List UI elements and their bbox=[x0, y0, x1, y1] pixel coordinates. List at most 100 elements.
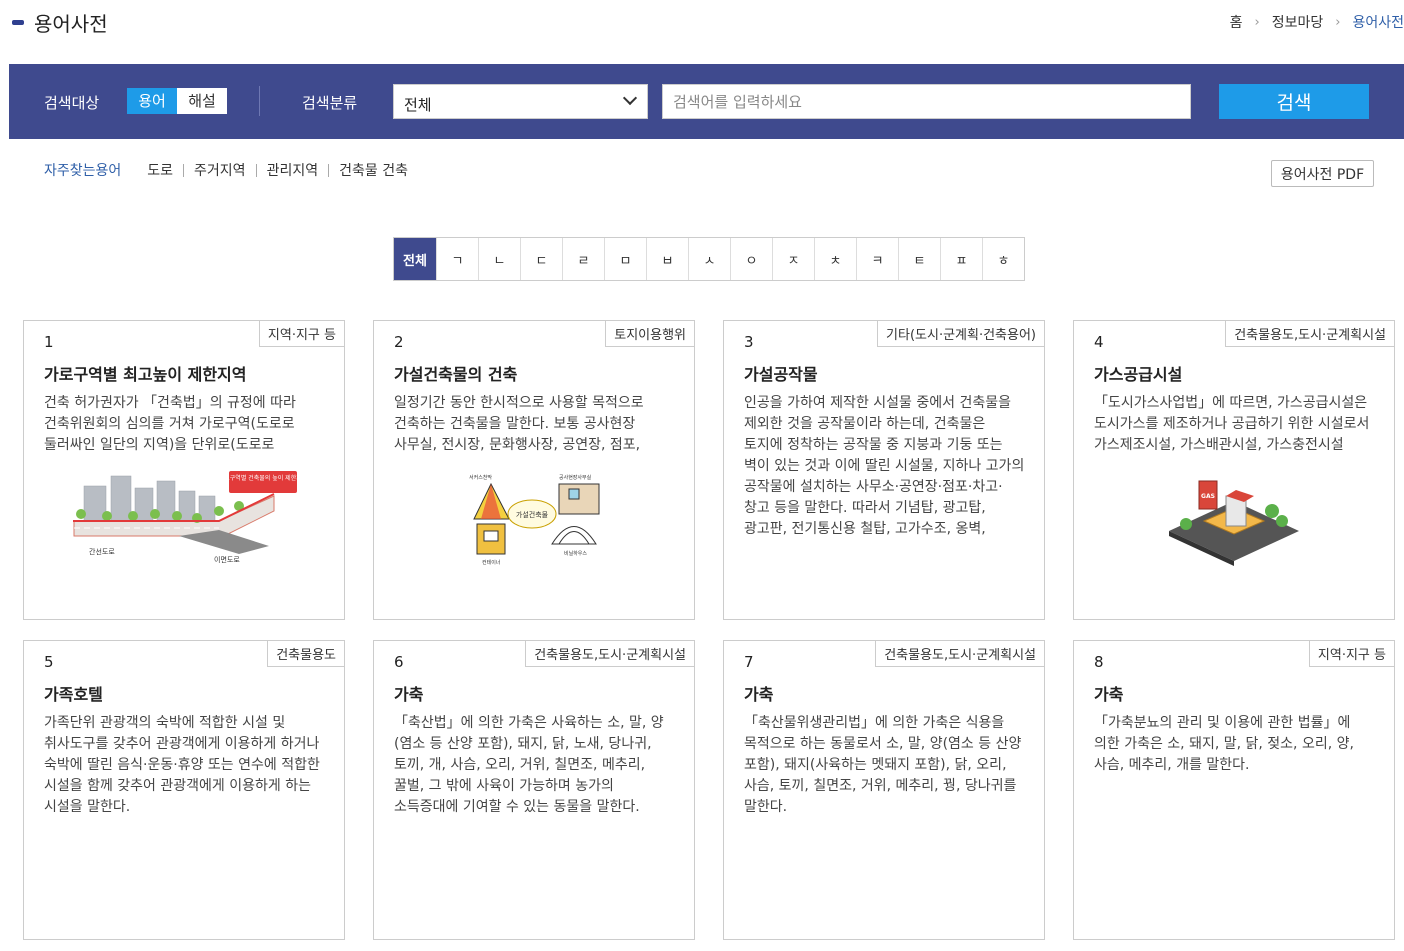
category-tag: 토지이용행위 bbox=[605, 320, 695, 347]
street-height-illustration: 가로구역별 건축물의 높이 제한지역 간선도로 이면도로 bbox=[73, 471, 299, 564]
pdf-download-button[interactable]: 용어사전 PDF bbox=[1271, 160, 1374, 187]
frequent-term-link[interactable]: 주거지역 bbox=[194, 160, 246, 180]
term-card[interactable]: 건축물용도 5 가족호텔 가족단위 관광객의 숙박에 적합한 시설 및 취사도구… bbox=[23, 640, 345, 940]
search-target-label: 검색대상 bbox=[44, 94, 100, 112]
category-tag: 지역·지구 등 bbox=[258, 320, 345, 347]
category-tag: 지역·지구 등 bbox=[1308, 640, 1395, 667]
term-title: 가설건축물의 건축 bbox=[394, 365, 518, 384]
page-title: 용어사전 bbox=[34, 12, 108, 36]
divider bbox=[183, 163, 185, 177]
filter-tab[interactable]: ㅍ bbox=[940, 238, 982, 280]
filter-tab[interactable]: ㄹ bbox=[562, 238, 604, 280]
term-card[interactable]: 건축물용도,도시·군계획시설 6 가축 「축산법」에 의한 가축은 사육하는 소… bbox=[373, 640, 695, 940]
divider bbox=[328, 163, 330, 177]
filter-tab[interactable]: ㅊ bbox=[814, 238, 856, 280]
frequent-terms: 자주찾는용어 도로 주거지역 관리지역 건축물 건축 bbox=[44, 160, 408, 180]
toggle-term[interactable]: 용어 bbox=[127, 88, 177, 114]
term-number: 5 bbox=[44, 653, 54, 671]
term-description: 「축산물위생관리법」에 의한 가축은 식용을 목적으로 하는 동물로서 소, 말… bbox=[744, 715, 1022, 815]
filter-tab[interactable]: ㅌ bbox=[898, 238, 940, 280]
filter-tab[interactable]: ㅇ bbox=[730, 238, 772, 280]
category-tag: 건축물용도,도시·군계획시설 bbox=[1225, 320, 1395, 347]
term-card[interactable]: 지역·지구 등 1 가로구역별 최고높이 제한지역 건축 허가권자가 「건축법」… bbox=[23, 320, 345, 620]
label-circus: 서커스천막 bbox=[469, 474, 492, 481]
filter-tab[interactable]: ㅁ bbox=[604, 238, 646, 280]
search-input[interactable] bbox=[662, 84, 1191, 119]
term-number: 1 bbox=[44, 333, 54, 351]
term-card[interactable]: 지역·지구 등 8 가축 「가축분뇨의 관리 및 이용에 관한 법률」에 의한 … bbox=[1073, 640, 1395, 940]
filter-tab[interactable]: ㅅ bbox=[688, 238, 730, 280]
filter-tab[interactable]: ㅂ bbox=[646, 238, 688, 280]
callout-text: 가로구역별 건축물의 높이 제한지역 bbox=[219, 474, 299, 482]
filter-tab[interactable]: ㅈ bbox=[772, 238, 814, 280]
term-description: 건축 허가권자가 「건축법」의 규정에 따라 건축위원회의 심의를 거쳐 가로구… bbox=[44, 395, 296, 453]
term-description: 「도시가스사업법」에 따르면, 가스공급시설은 도시가스를 제조하거나 공급하기… bbox=[1094, 395, 1370, 453]
frequent-term-link[interactable]: 관리지역 bbox=[267, 160, 319, 180]
toggle-explanation[interactable]: 해설 bbox=[177, 88, 227, 114]
breadcrumb-info[interactable]: 정보마당 bbox=[1272, 12, 1324, 32]
frequent-terms-label: 자주찾는용어 bbox=[44, 163, 122, 179]
svg-text:가로구역별 건축물의 높이 제한지역: 가로구역별 건축물의 높이 제한지역 bbox=[219, 474, 299, 482]
divider bbox=[255, 163, 257, 177]
chevron-right-icon: › bbox=[1335, 14, 1341, 30]
term-description: 가족단위 관광객의 숙박에 적합한 시설 및 취사도구를 갖추어 관광객에게 이… bbox=[44, 715, 320, 815]
category-select[interactable]: 전체 bbox=[393, 84, 648, 119]
term-title: 가로구역별 최고높이 제한지역 bbox=[44, 365, 247, 384]
term-card[interactable]: 건축물용도,도시·군계획시설 4 가스공급시설 「도시가스사업법」에 따르면, … bbox=[1073, 320, 1395, 620]
label-greenhouse: 비닐하우스 bbox=[564, 550, 587, 557]
frequent-term-link[interactable]: 도로 bbox=[147, 160, 173, 180]
temporary-building-illustration: 가설건축물 서커스천막 공사현장사무실 컨테이너 비닐하우스 bbox=[469, 474, 600, 566]
label-container: 컨테이너 bbox=[482, 559, 500, 566]
page-title-container: 용어사전 bbox=[12, 8, 108, 37]
category-tag: 건축물용도,도시·군계획시설 bbox=[875, 640, 1045, 667]
gas-station-illustration: GAS bbox=[1169, 480, 1299, 566]
search-button[interactable]: 검색 bbox=[1219, 84, 1369, 119]
term-card[interactable]: 기타(도시·군계획·건축용어) 3 가설공작물 인공을 가하여 제작한 시설물 … bbox=[723, 320, 1045, 620]
road-label-bottom: 이면도로 bbox=[214, 555, 240, 564]
term-number: 3 bbox=[744, 333, 754, 351]
term-card[interactable]: 토지이용행위 2 가설건축물의 건축 일정기간 동안 한시적으로 사용할 목적으… bbox=[373, 320, 695, 620]
filter-tab[interactable]: ㄱ bbox=[436, 238, 478, 280]
term-description: 인공을 가하여 제작한 시설물 중에서 건축물을 제외한 것을 공작물이라 하는… bbox=[744, 395, 1025, 537]
term-title: 가족호텔 bbox=[44, 685, 103, 704]
term-number: 7 bbox=[744, 653, 754, 671]
road-label-left: 간선도로 bbox=[89, 547, 115, 556]
term-title: 가축 bbox=[394, 685, 424, 704]
filter-tab-all[interactable]: 전체 bbox=[394, 238, 436, 280]
breadcrumb-home[interactable]: 홈 bbox=[1230, 12, 1243, 32]
term-description: 「가축분뇨의 관리 및 이용에 관한 법률」에 의한 가축은 소, 돼지, 말,… bbox=[1094, 715, 1354, 773]
filter-tab[interactable]: ㅎ bbox=[982, 238, 1024, 280]
term-title: 가축 bbox=[1094, 685, 1124, 704]
category-select-value: 전체 bbox=[404, 96, 432, 114]
initial-consonant-filter: 전체 ㄱ ㄴ ㄷ ㄹ ㅁ ㅂ ㅅ ㅇ ㅈ ㅊ ㅋ ㅌ ㅍ ㅎ bbox=[393, 237, 1025, 281]
category-tag: 건축물용도,도시·군계획시설 bbox=[525, 640, 695, 667]
search-bar: 검색대상 용어 해설 검색분류 전체 검색 bbox=[9, 64, 1404, 139]
filter-tab[interactable]: ㄴ bbox=[478, 238, 520, 280]
term-title: 가설공작물 bbox=[744, 365, 818, 384]
filter-tab[interactable]: ㄷ bbox=[520, 238, 562, 280]
term-number: 8 bbox=[1094, 653, 1104, 671]
term-number: 4 bbox=[1094, 333, 1104, 351]
search-category-label: 검색분류 bbox=[302, 94, 358, 112]
gas-sign: GAS bbox=[1201, 493, 1215, 500]
category-tag: 기타(도시·군계획·건축용어) bbox=[877, 320, 1045, 347]
term-number: 6 bbox=[394, 653, 404, 671]
category-tag: 건축물용도 bbox=[267, 640, 345, 667]
term-number: 2 bbox=[394, 333, 404, 351]
title-marker bbox=[12, 20, 24, 25]
frequent-term-link[interactable]: 건축물 건축 bbox=[339, 160, 408, 180]
search-target-toggle: 용어 해설 bbox=[127, 88, 227, 114]
chevron-down-icon bbox=[622, 90, 638, 106]
center-label: 가설건축물 bbox=[516, 510, 549, 519]
term-title: 가축 bbox=[744, 685, 774, 704]
divider bbox=[259, 86, 260, 116]
term-card[interactable]: 건축물용도,도시·군계획시설 7 가축 「축산물위생관리법」에 의한 가축은 식… bbox=[723, 640, 1045, 940]
chevron-right-icon: › bbox=[1254, 14, 1260, 30]
term-description: 일정기간 동안 한시적으로 사용할 목적으로 건축하는 건축물을 말한다. 보통… bbox=[394, 395, 644, 453]
term-title: 가스공급시설 bbox=[1094, 365, 1183, 384]
label-site-office: 공사현장사무실 bbox=[559, 474, 592, 481]
breadcrumb: 홈 › 정보마당 › 용어사전 bbox=[1230, 12, 1404, 32]
filter-tab[interactable]: ㅋ bbox=[856, 238, 898, 280]
breadcrumb-current[interactable]: 용어사전 bbox=[1352, 12, 1404, 32]
term-description: 「축산법」에 의한 가축은 사육하는 소, 말, 양(염소 등 산양 포함), … bbox=[394, 715, 664, 815]
